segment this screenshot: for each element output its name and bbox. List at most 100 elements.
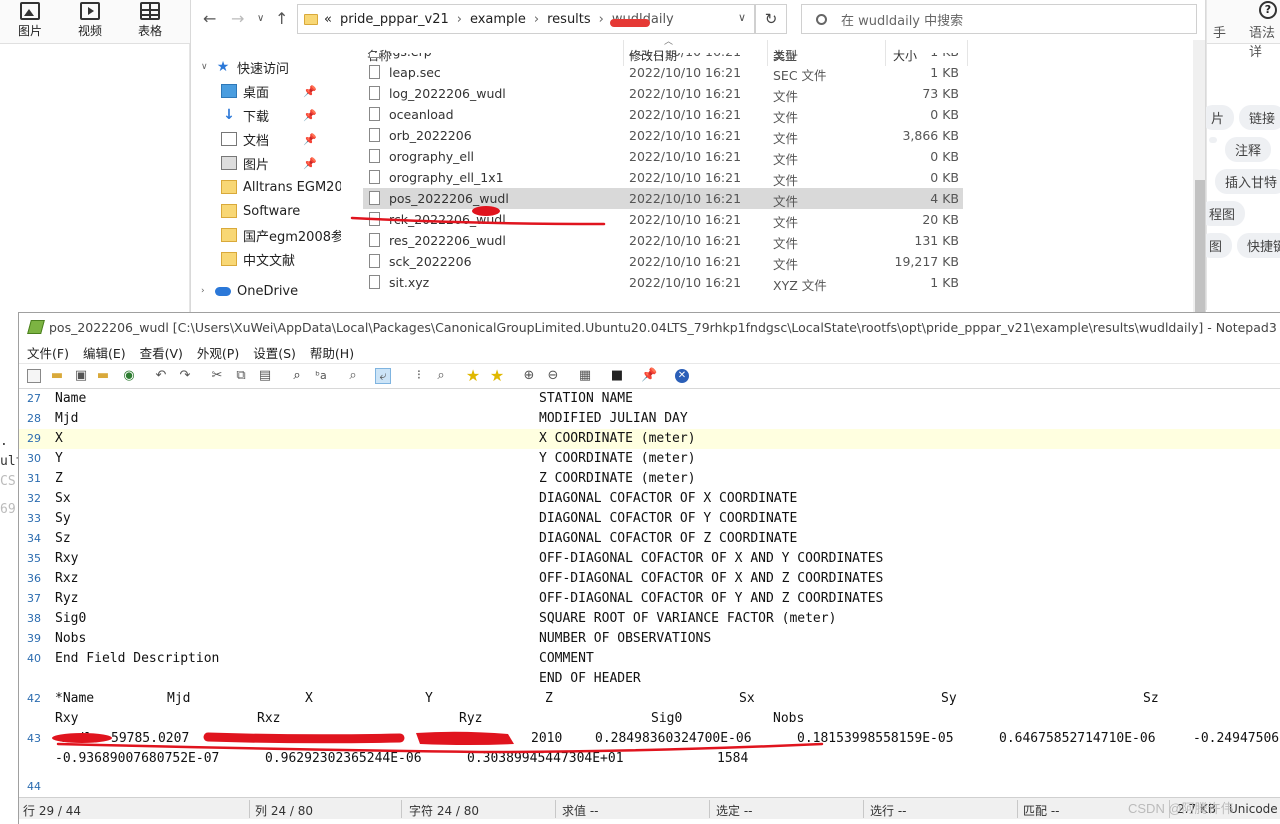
breadcrumb-separator-icon[interactable]: › <box>457 12 462 27</box>
menu-appearance[interactable]: 外观(P) <box>197 343 239 362</box>
file-row[interactable]: orography_ell_1x1 2022/10/10 16:21 文件 0 KB <box>363 167 963 188</box>
file-row[interactable]: rck_2022206_wudl 2022/10/10 16:21 文件 20 KB <box>363 209 963 230</box>
add-favorite-icon[interactable]: ★ <box>489 368 505 384</box>
file-list-scrollbar[interactable] <box>1193 40 1205 312</box>
reload-icon[interactable]: ◉ <box>121 368 137 384</box>
scheme-icon[interactable]: ▦ <box>577 368 593 384</box>
paste-icon[interactable]: ▤ <box>257 368 273 384</box>
file-row[interactable]: orb_2022206 2022/10/10 16:21 文件 3,866 KB <box>363 125 963 146</box>
scrollbar-thumb[interactable] <box>1195 180 1205 312</box>
redo-icon[interactable]: ↷ <box>177 368 193 384</box>
long-line-icon[interactable]: ⁝ <box>411 368 427 384</box>
pin-icon[interactable]: 📌 <box>303 157 317 170</box>
find-icon[interactable]: ⌕ <box>289 368 305 384</box>
nav-item-software[interactable]: Software <box>191 199 341 223</box>
menu-settings[interactable]: 设置(S) <box>253 343 296 362</box>
file-row[interactable]: sck_2022206 2022/10/10 16:21 文件 19,217 KB <box>363 251 963 272</box>
word-wrap-icon[interactable]: ⤶ <box>375 368 391 384</box>
file-row[interactable]: res_2022206_wudl 2022/10/10 16:21 文件 131 KB <box>363 230 963 251</box>
customize-icon[interactable]: ■ <box>609 368 625 384</box>
nav-item-downloads[interactable]: ↓ 下载 📌 <box>191 103 341 127</box>
address-row: ← → ∨ ↑ « pride_pppar_v21 › example › re… <box>191 3 1205 34</box>
editor-line: 34 Sz DIAGONAL COFACTOR OF Z COORDINATE <box>19 529 1280 549</box>
zoom-out-icon[interactable]: ⊖ <box>545 368 561 384</box>
status-selected-lines: 选行 -- <box>870 804 907 818</box>
new-file-icon[interactable] <box>27 369 41 383</box>
nav-item-label: 国产egm2008参 <box>243 229 341 245</box>
recent-locations-chevron-icon[interactable]: ∨ <box>257 13 264 24</box>
nav-item-pictures[interactable]: 图片 📌 <box>191 151 341 175</box>
breadcrumb-pride[interactable]: pride_pppar_v21 <box>340 12 449 27</box>
pin-icon[interactable]: 📌 <box>641 368 657 384</box>
cut-icon[interactable]: ✂ <box>209 368 225 384</box>
file-row[interactable]: pos_2022206_wudl 2022/10/10 16:21 文件 4 KB <box>363 188 963 209</box>
open-folder-icon[interactable]: ▬ <box>49 368 65 384</box>
nav-item-egm2008[interactable]: 国产egm2008参 <box>191 223 341 247</box>
file-row[interactable]: sit.xyz 2022/10/10 16:21 XYZ 文件 1 KB <box>363 272 963 293</box>
copy-icon[interactable]: ⧉ <box>233 368 249 384</box>
nav-item-chinese-papers[interactable]: 中文文献 <box>191 247 341 271</box>
chevron-right-icon[interactable]: › <box>201 286 211 296</box>
pill-comment[interactable]: 注释 <box>1225 137 1272 162</box>
search-input[interactable]: 在 wudldaily 中搜索 <box>801 4 1197 34</box>
address-bar[interactable]: « pride_pppar_v21 › example › results › … <box>297 4 755 34</box>
breadcrumb-current[interactable]: wudldaily <box>609 12 674 27</box>
save-icon[interactable]: ▣ <box>73 368 89 384</box>
navigation-pane: ∨ ★ 快速访问 桌面 📌 ↓ 下载 📌 文档 📌 图片 📌 Alltrans … <box>191 40 341 312</box>
ribbon-picture-button[interactable]: 图片 <box>0 0 60 43</box>
status-char: 字符 24 / 80 <box>409 804 480 818</box>
breadcrumb-example[interactable]: example <box>470 12 526 27</box>
field-name: Y <box>55 451 63 466</box>
forward-arrow-icon[interactable]: → <box>231 9 244 28</box>
undo-icon[interactable]: ↶ <box>153 368 169 384</box>
ribbon-table-button[interactable]: 表格 <box>120 0 180 43</box>
chevron-down-icon[interactable]: ∨ <box>201 62 211 72</box>
menu-file[interactable]: 文件(F) <box>27 343 69 362</box>
goto-icon[interactable]: ⌕ <box>345 368 361 384</box>
file-row[interactable]: orography_ell 2022/10/10 16:21 文件 0 KB <box>363 146 963 167</box>
breadcrumb-separator-icon[interactable]: › <box>534 12 539 27</box>
exit-icon[interactable]: ✕ <box>675 369 689 383</box>
nav-item-desktop[interactable]: 桌面 📌 <box>191 79 341 103</box>
pin-icon[interactable]: 📌 <box>303 109 317 122</box>
nav-onedrive[interactable]: › OneDrive <box>191 279 341 303</box>
window-title-bar[interactable]: pos_2022206_wudl [C:\Users\XuWei\AppData… <box>19 313 1280 341</box>
menu-help[interactable]: 帮助(H) <box>310 343 354 362</box>
favorite-star-icon[interactable]: ★ <box>465 368 481 384</box>
up-arrow-icon[interactable]: ↑ <box>275 9 288 28</box>
file-row[interactable]: leap.sec 2022/10/10 16:21 SEC 文件 1 KB <box>363 62 963 83</box>
zoom-icon[interactable]: ⌕ <box>433 368 449 384</box>
data-value: -0.93689007680752E-07 <box>55 751 220 766</box>
address-dropdown-icon[interactable]: ∨ <box>738 11 746 24</box>
status-match: 匹配 -- <box>1023 804 1060 818</box>
address-overflow[interactable]: « <box>324 12 332 27</box>
pin-icon[interactable]: 📌 <box>303 85 317 98</box>
menu-view[interactable]: 查看(V) <box>140 343 183 362</box>
editor-line: 37 Ryz OFF-DIAGONAL COFACTOR OF Y AND Z CO… <box>19 589 1280 609</box>
pill-link[interactable]: 链接 <box>1239 105 1280 130</box>
help-icon[interactable]: ? <box>1259 1 1277 19</box>
file-row[interactable]: oceanload 2022/10/10 16:21 文件 0 KB <box>363 104 963 125</box>
menu-edit[interactable]: 编辑(E) <box>83 343 126 362</box>
replace-icon[interactable]: ᵇa <box>313 368 329 384</box>
file-row[interactable]: log_2022206_wudl 2022/10/10 16:21 文件 73 KB <box>363 83 963 104</box>
pill-gantt[interactable]: 插入甘特 <box>1215 169 1280 194</box>
file-row[interactable]: igs.erp2022/10/10 16:21文件1 KB <box>363 53 963 62</box>
line-number: 43 <box>27 732 41 745</box>
nav-item-documents[interactable]: 文档 📌 <box>191 127 341 151</box>
nav-quick-access[interactable]: ∨ ★ 快速访问 <box>191 55 341 79</box>
refresh-button[interactable]: ↻ <box>755 4 787 34</box>
zoom-in-icon[interactable]: ⊕ <box>521 368 537 384</box>
editor-area[interactable]: 27 Name STATION NAME 28 Mjd MODIFIED JULIAN D… <box>19 389 1280 797</box>
ribbon-video-button[interactable]: 视频 <box>60 0 120 43</box>
save-as-icon[interactable]: ▬ <box>95 368 111 384</box>
file-date: 2022/10/10 16:21 <box>629 254 742 269</box>
nav-item-alltrans[interactable]: Alltrans EGM2008 <box>191 175 341 199</box>
pin-icon[interactable]: 📌 <box>303 133 317 146</box>
breadcrumb-results[interactable]: results <box>547 12 591 27</box>
csdn-watermark: CSDN @阿腾许伟 <box>1128 801 1234 816</box>
back-arrow-icon[interactable]: ← <box>203 9 216 28</box>
pill-shortcut[interactable]: 快捷键 <box>1237 233 1280 258</box>
column-label: Mjd <box>167 691 191 706</box>
breadcrumb-separator-icon[interactable]: › <box>599 12 604 27</box>
